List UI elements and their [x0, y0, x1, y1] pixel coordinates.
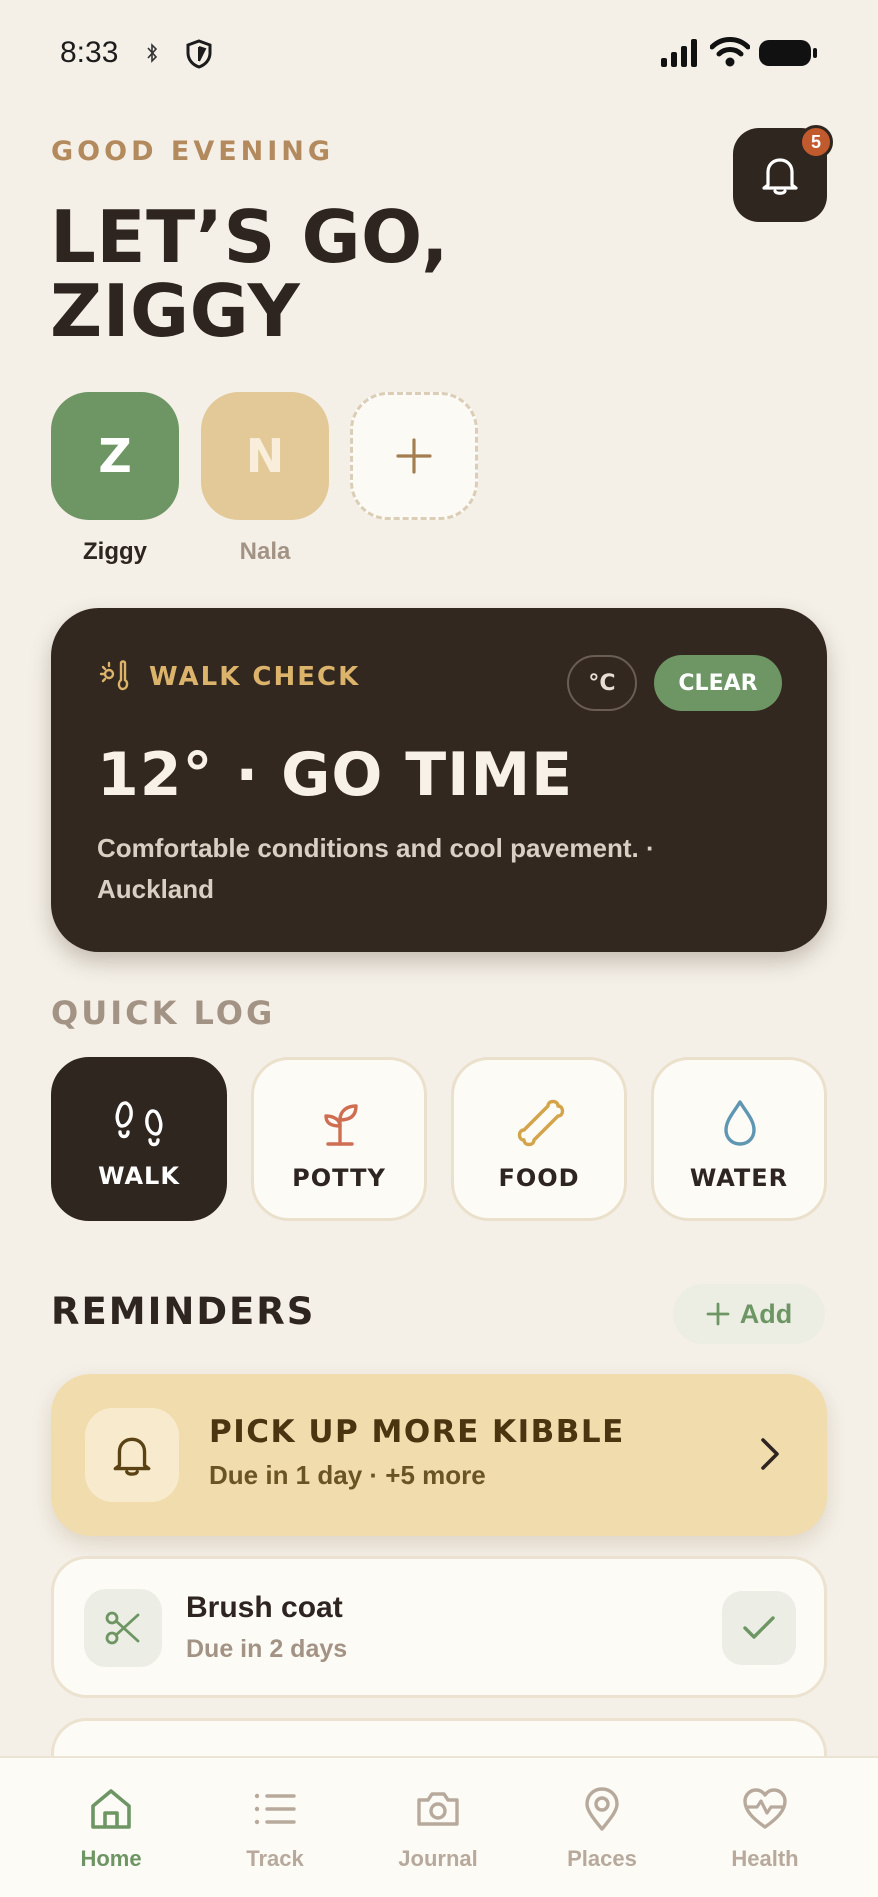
- pet-name: Ziggy: [83, 538, 147, 565]
- plus-icon: [396, 438, 432, 474]
- tab-journal[interactable]: Journal: [368, 1786, 508, 1872]
- thermometer-sun-icon: [99, 660, 129, 691]
- map-pin-icon: [585, 1787, 619, 1831]
- notification-badge: 5: [799, 125, 833, 159]
- title-line-1: LET’S GO,: [50, 195, 450, 279]
- scissors-icon: [105, 1611, 140, 1645]
- footprints-icon: [115, 1101, 163, 1147]
- walk-description: Comfortable conditions and cool pavement…: [97, 833, 655, 904]
- list-icon: [254, 1793, 296, 1825]
- reminder-subtitle: Due in 2 days: [186, 1635, 348, 1663]
- reminder-title: Brush coat: [186, 1591, 343, 1624]
- wifi-icon: [710, 37, 750, 67]
- condition-badge: CLEAR: [654, 655, 782, 711]
- bluetooth-icon: [147, 43, 158, 63]
- tab-label: Track: [246, 1846, 304, 1871]
- bell-icon: [113, 1437, 151, 1476]
- pet-ziggy[interactable]: Z Ziggy: [51, 392, 179, 566]
- page-title: LET’S GO, ZIGGY: [50, 200, 449, 348]
- log-water-button[interactable]: WATER: [651, 1057, 827, 1221]
- pet-avatar: Z: [51, 392, 179, 520]
- status-time: 8:33: [60, 36, 119, 69]
- reminder-subtitle: Due in 1 day · +5 more: [209, 1460, 486, 1490]
- reminder-icon-box: [84, 1589, 162, 1667]
- tab-label: Places: [567, 1846, 637, 1871]
- log-label: POTTY: [292, 1164, 386, 1192]
- tab-label: Journal: [398, 1846, 478, 1871]
- sprout-icon: [324, 1104, 358, 1146]
- tab-bar: Home Track Journal Places Health: [0, 1756, 878, 1897]
- log-food-button[interactable]: FOOD: [451, 1057, 627, 1221]
- tab-label: Health: [731, 1846, 799, 1871]
- walk-check-card[interactable]: WALK CHECK °C CLEAR 12° · GO TIME Comfor…: [51, 608, 827, 952]
- home-icon: [91, 1789, 131, 1829]
- log-label: WATER: [689, 1164, 789, 1192]
- title-line-2: ZIGGY: [50, 269, 301, 353]
- reminders-title: REMINDERS: [51, 1290, 316, 1333]
- bell-icon: [762, 158, 798, 195]
- bone-icon: [517, 1099, 565, 1147]
- complete-reminder-button[interactable]: [722, 1591, 796, 1665]
- quick-log-title: QUICK LOG: [51, 994, 276, 1032]
- chevron-right-icon: [761, 1438, 779, 1470]
- pet-avatar: N: [201, 392, 329, 520]
- camera-icon: [417, 1792, 459, 1826]
- featured-reminder-card[interactable]: PICK UP MORE KIBBLE Due in 1 day · +5 mo…: [51, 1374, 827, 1536]
- log-label: FOOD: [498, 1164, 580, 1192]
- plus-icon: [706, 1302, 730, 1326]
- greeting: GOOD EVENING: [51, 136, 335, 167]
- reminder-title: PICK UP MORE KIBBLE: [209, 1414, 625, 1450]
- tab-label: Home: [80, 1846, 142, 1871]
- pet-name: Nala: [239, 538, 291, 565]
- shield-icon: [186, 39, 212, 69]
- log-label: WALK: [98, 1162, 180, 1190]
- add-reminder-label: Add: [739, 1298, 793, 1329]
- reminder-item[interactable]: Brush coat Due in 2 days: [51, 1556, 827, 1698]
- status-bar: 8:33: [0, 0, 878, 108]
- tab-places[interactable]: Places: [532, 1786, 672, 1872]
- tab-home[interactable]: Home: [41, 1786, 181, 1872]
- unit-toggle[interactable]: °C: [567, 655, 637, 711]
- tab-health[interactable]: Health: [695, 1786, 835, 1872]
- walk-check-label: WALK CHECK: [149, 662, 361, 692]
- tab-track[interactable]: Track: [205, 1786, 345, 1872]
- add-pet-button[interactable]: [350, 392, 478, 520]
- droplet-icon: [724, 1100, 756, 1146]
- log-walk-button[interactable]: WALK: [51, 1057, 227, 1221]
- add-reminder-button[interactable]: Add: [673, 1284, 825, 1344]
- heart-pulse-icon: [743, 1788, 787, 1829]
- walk-headline: 12° · GO TIME: [97, 740, 574, 810]
- pet-nala[interactable]: N Nala: [201, 392, 329, 566]
- signal-icon: [661, 39, 697, 67]
- log-potty-button[interactable]: POTTY: [251, 1057, 427, 1221]
- check-icon: [743, 1616, 775, 1639]
- reminder-icon-box: [85, 1408, 179, 1502]
- battery-icon: [759, 40, 817, 66]
